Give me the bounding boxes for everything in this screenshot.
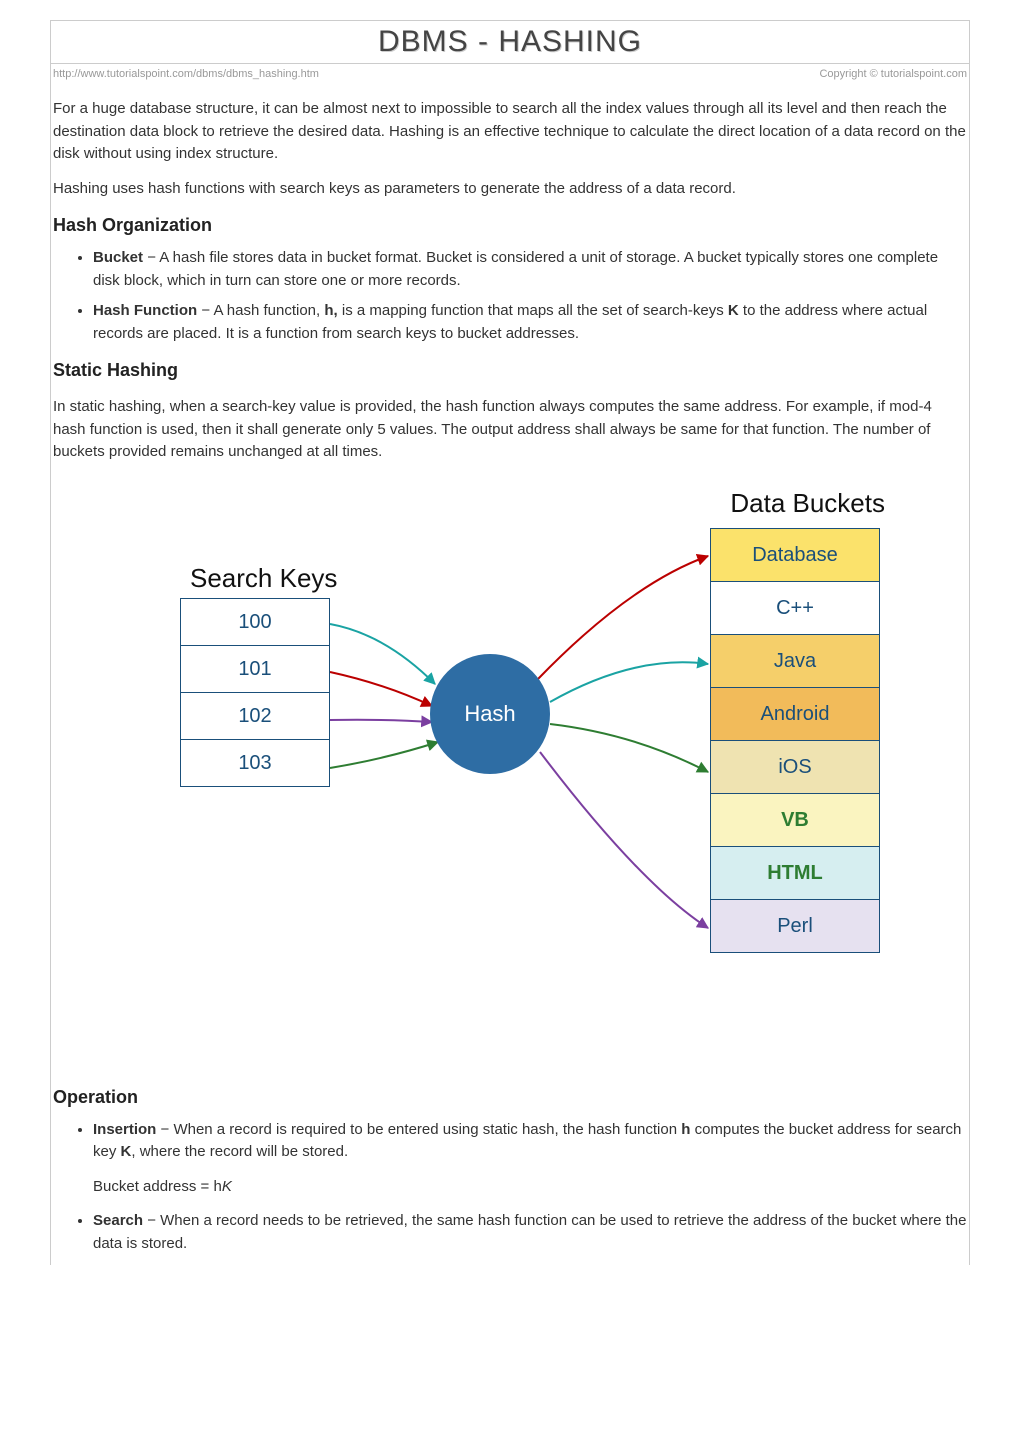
page-container: DBMS - HASHING http://www.tutorialspoint… [50,20,970,1265]
operation-list: Insertion − When a record is required to… [53,1119,967,1256]
bucket-cell: Database [710,528,880,582]
insertion-item: Insertion − When a record is required to… [93,1119,967,1199]
heading-operation: Operation [53,1084,967,1111]
intro-paragraph-2: Hashing uses hash functions with search … [53,178,967,201]
hash-node: Hash [430,654,550,774]
hash-function-item: Hash Function − A hash function, h, is a… [93,300,967,345]
heading-hash-organization: Hash Organization [53,212,967,239]
bucket-cell: C++ [710,581,880,635]
search-keys-column: 100 101 102 103 [180,599,330,787]
hashfn-desc-b: is a mapping function that maps all the … [338,302,728,319]
bucket-cell: VB [710,793,880,847]
insertion-desc-c: , where the record will be stored. [131,1143,348,1160]
bucket-cell: HTML [710,846,880,900]
insertion-desc-a: − When a record is required to be entere… [156,1121,681,1138]
hashfn-K: K [728,302,739,319]
hashfn-h: h, [324,302,337,319]
static-hashing-desc: In static hashing, when a search-key val… [53,396,967,464]
search-desc: − When a record needs to be retrieved, t… [93,1212,966,1252]
bucket-cell: Java [710,634,880,688]
page-title: DBMS - HASHING [51,25,969,59]
formula-k: K [222,1178,232,1195]
static-hashing-diagram: Search Keys Data Buckets 100 101 102 103… [120,484,900,1054]
data-buckets-label: Data Buckets [730,484,885,523]
search-key-cell: 101 [180,645,330,693]
intro-paragraph-1: For a huge database structure, it can be… [53,98,967,166]
insertion-term: Insertion [93,1121,156,1138]
bucket-desc: − A hash file stores data in bucket form… [93,249,938,289]
hashfn-term: Hash Function [93,302,197,319]
bucket-cell: Android [710,687,880,741]
insertion-K: K [121,1143,132,1160]
search-key-cell: 103 [180,739,330,787]
search-term: Search [93,1212,143,1229]
heading-static-hashing: Static Hashing [53,357,967,384]
search-item: Search − When a record needs to be retri… [93,1210,967,1255]
bucket-term: Bucket [93,249,143,266]
hash-label: Hash [464,697,515,730]
search-keys-label: Search Keys [190,559,337,598]
formula-text: Bucket address = h [93,1178,222,1195]
bucket-item: Bucket − A hash file stores data in buck… [93,247,967,292]
bucket-cell: Perl [710,899,880,953]
search-key-cell: 100 [180,598,330,646]
title-bar: DBMS - HASHING [51,20,969,64]
copyright-text: Copyright © tutorialspoint.com [819,68,967,80]
meta-row: http://www.tutorialspoint.com/dbms/dbms_… [51,64,969,84]
search-key-cell: 102 [180,692,330,740]
data-buckets-column: Database C++ Java Android iOS VB HTML Pe… [710,529,880,953]
hash-org-list: Bucket − A hash file stores data in buck… [53,247,967,345]
source-url[interactable]: http://www.tutorialspoint.com/dbms/dbms_… [53,68,319,80]
content-area: For a huge database structure, it can be… [51,84,969,1265]
hashfn-desc-a: − A hash function, [197,302,324,319]
bucket-cell: iOS [710,740,880,794]
bucket-address-formula: Bucket address = hK [93,1176,967,1199]
